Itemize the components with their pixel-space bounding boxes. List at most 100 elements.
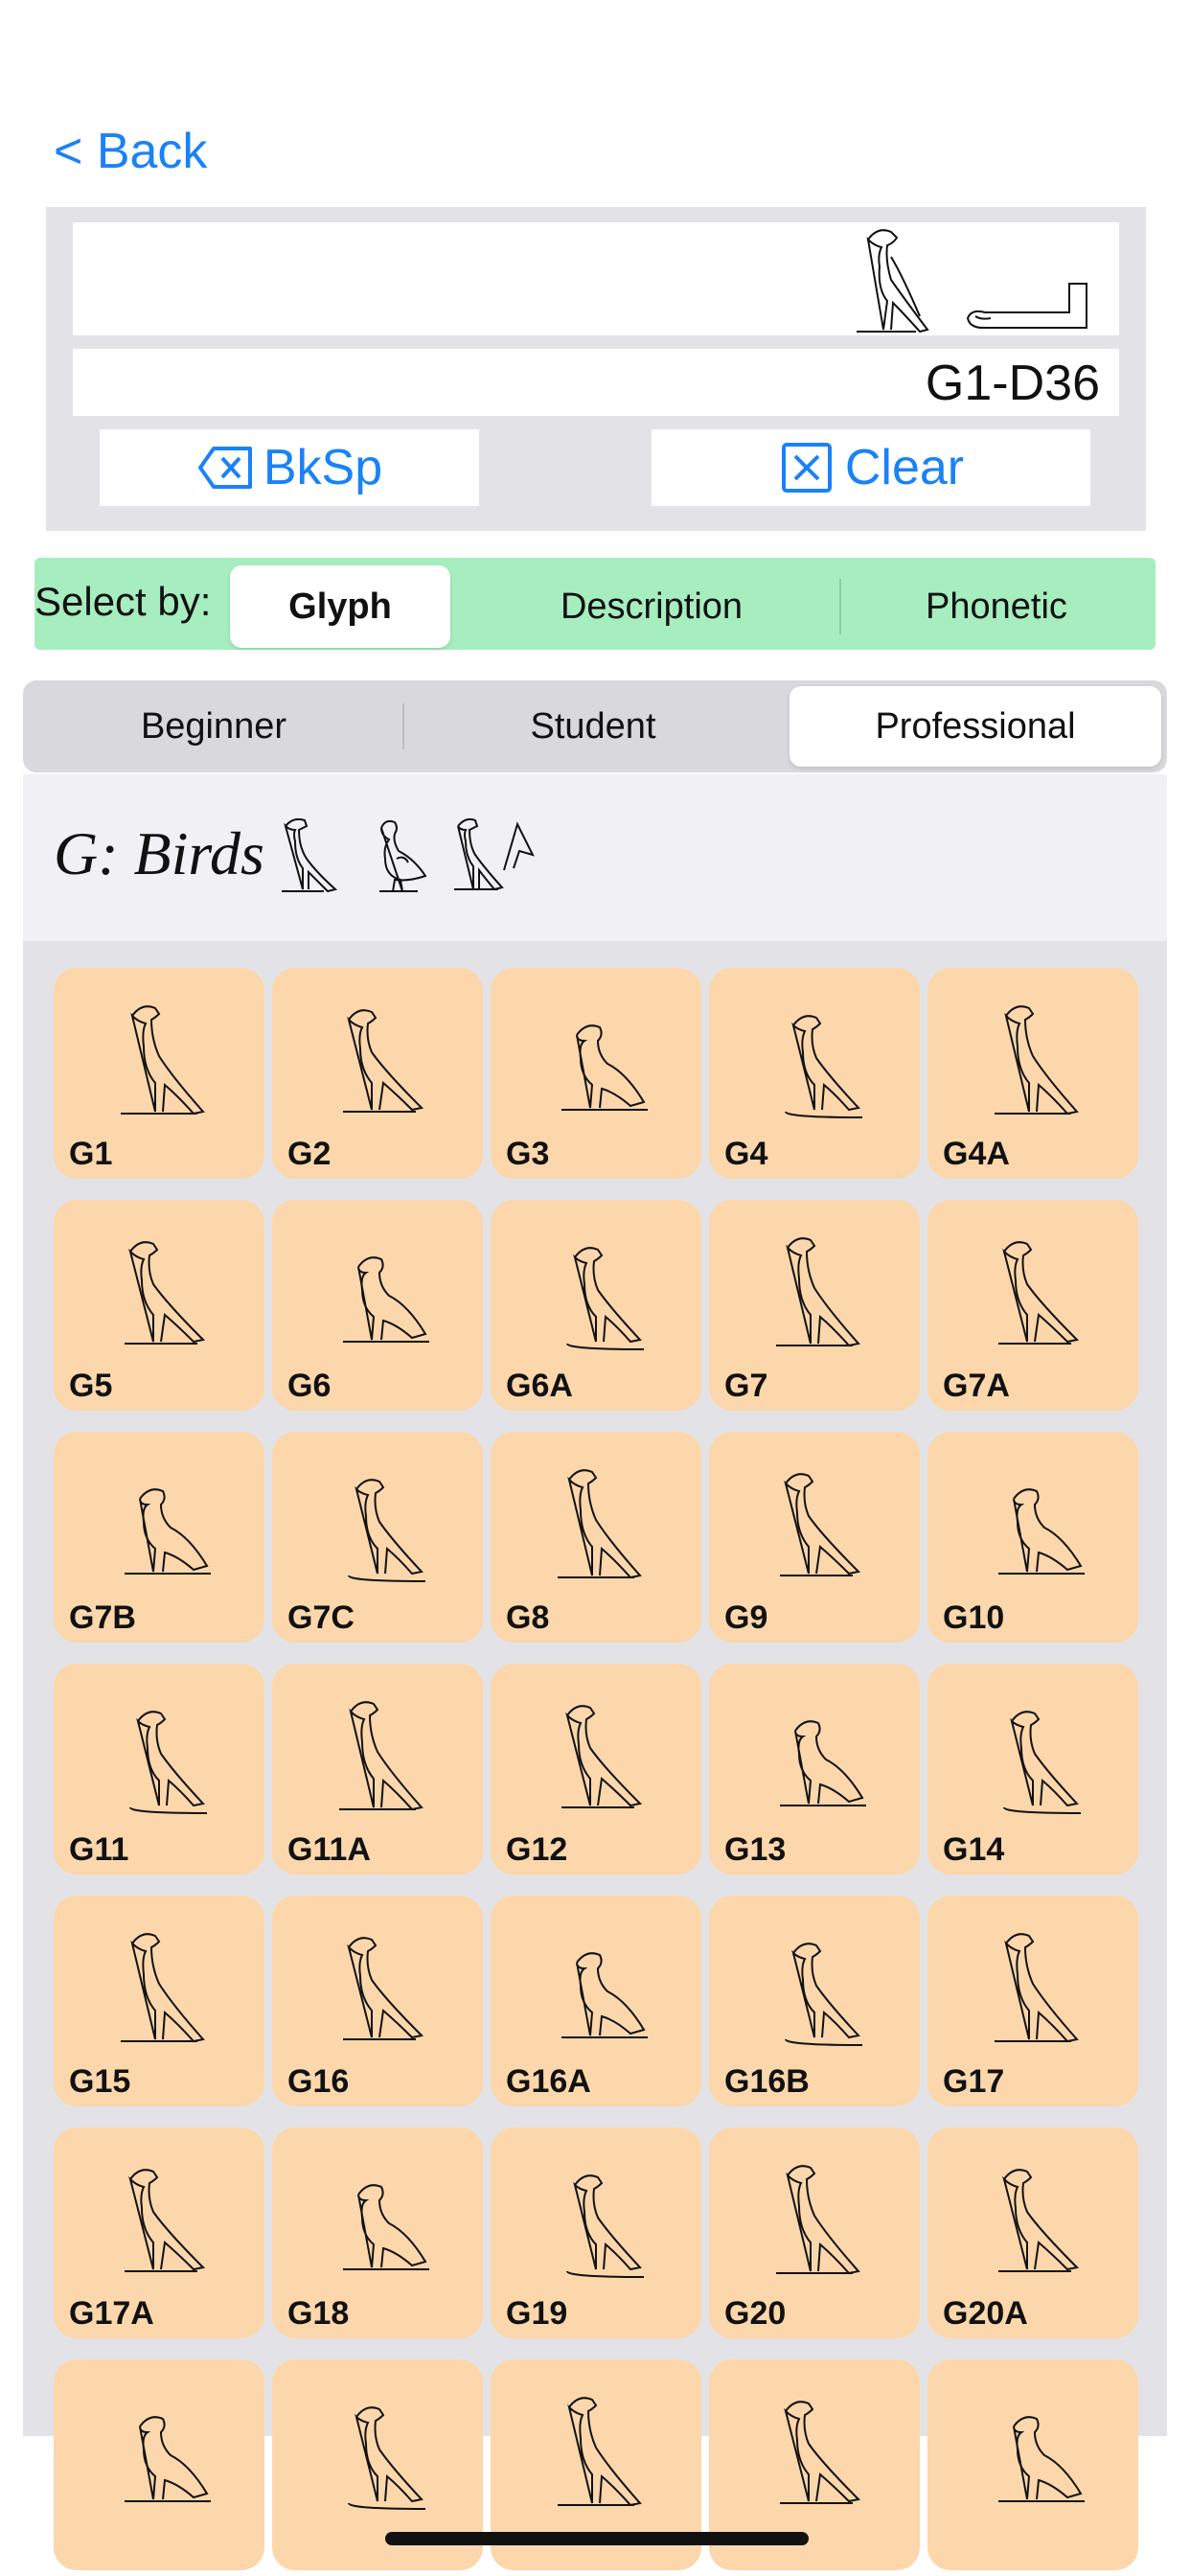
glyph-code-label: G7A <box>943 1368 1010 1404</box>
glyph-tile[interactable]: G5 <box>54 1200 264 1411</box>
bird-glyph-icon <box>343 1937 424 2040</box>
glyph-tile[interactable]: G2 <box>272 968 483 1179</box>
glyph-code-label: G12 <box>506 1831 568 1868</box>
glyph-tile[interactable]: G18 <box>272 2128 483 2338</box>
bird-glyph-icon <box>343 1256 429 1343</box>
code-display: G1-D36 <box>73 349 1119 416</box>
glyph-code-label: G11 <box>69 1831 129 1868</box>
glyph-tile[interactable]: G7 <box>709 1200 920 1411</box>
arm-glyph-icon <box>966 283 1087 329</box>
glyph-code-label: G6 <box>287 1368 332 1404</box>
glyph-tile[interactable]: G7C <box>272 1432 483 1643</box>
glyph-tile[interactable]: G8 <box>491 1432 701 1643</box>
back-button[interactable]: < Back <box>54 123 207 180</box>
glyph-code-label: G18 <box>287 2295 350 2332</box>
glyph-code-label: G11A <box>287 1831 371 1868</box>
bird-glyph-icon <box>1003 1711 1082 1814</box>
falcon-flail-icon <box>454 817 535 891</box>
bird-glyph-icon <box>785 1943 863 2046</box>
bird-glyph-icon <box>566 2174 645 2278</box>
glyph-code-label: G1 <box>69 1136 113 1172</box>
glyph-code-label: G7C <box>287 1599 355 1636</box>
bird-glyph-icon <box>125 1241 206 1345</box>
backspace-button[interactable]: BkSp <box>100 429 479 506</box>
bird-glyph-icon <box>348 1479 426 1582</box>
segment-divider <box>402 703 404 749</box>
glyph-tile[interactable]: G4 <box>709 968 920 1179</box>
select-by-label: Select by: <box>34 579 212 624</box>
backspace-label: BkSp <box>263 440 383 495</box>
glyph-code-label: G20A <box>943 2295 1028 2332</box>
glyph-code-label: G8 <box>506 1599 550 1636</box>
glyph-tile[interactable]: G16B <box>709 1896 920 2106</box>
bird-glyph-icon <box>561 1705 643 1808</box>
level-professional-tab[interactable]: Professional <box>790 686 1161 767</box>
glyph-code-label: G2 <box>287 1136 332 1172</box>
bird-glyph-icon <box>995 1005 1079 1116</box>
glyph-code-label: G14 <box>943 1831 1005 1868</box>
bird-glyph-icon <box>566 1247 645 1350</box>
glyph-code-label: G9 <box>724 1599 768 1636</box>
glyph-tile[interactable]: G4A <box>927 968 1138 1179</box>
glyph-code-label: G16 <box>287 2063 350 2100</box>
glyph-tile[interactable]: G13 <box>709 1664 920 1874</box>
glyph-tile[interactable]: G9 <box>709 1432 920 1643</box>
glyph-code-label: G13 <box>724 1831 787 1868</box>
select-by-glyph-tab[interactable]: Glyph <box>230 565 450 648</box>
glyph-code-label: G7B <box>69 1599 136 1636</box>
bird-glyph-icon <box>343 1009 424 1113</box>
glyph-code-label: G4A <box>943 1136 1010 1172</box>
select-by-description-tab[interactable]: Description <box>479 565 824 648</box>
glyph-tile[interactable]: G17A <box>54 2128 264 2338</box>
home-indicator <box>385 2532 809 2545</box>
bird-glyph-icon <box>998 1488 1085 1575</box>
bird-glyph-icon <box>785 1015 863 1118</box>
glyph-tile[interactable]: G7B <box>54 1432 264 1643</box>
glyph-code-label: G17 <box>943 2063 1005 2100</box>
glyph-tile[interactable] <box>927 2359 1138 2570</box>
glyph-tile[interactable]: G14 <box>927 1664 1138 1874</box>
glyph-tile[interactable] <box>54 2359 264 2570</box>
clear-icon <box>781 443 832 493</box>
glyph-tile[interactable]: G12 <box>491 1664 701 1874</box>
glyph-code-label: G10 <box>943 1599 1005 1636</box>
glyph-code-label: G16A <box>506 2063 591 2100</box>
glyph-tile[interactable]: G16 <box>272 1896 483 2106</box>
glyph-code-label: G7 <box>724 1368 768 1404</box>
bird-glyph-icon <box>125 2169 206 2272</box>
glyph-tile[interactable]: G20 <box>709 2128 920 2338</box>
glyph-code-label: G15 <box>69 2063 131 2100</box>
glyph-tile[interactable]: G19 <box>491 2128 701 2338</box>
glyph-tile[interactable]: G3 <box>491 968 701 1179</box>
glyph-tile[interactable]: G15 <box>54 1896 264 2106</box>
clear-button[interactable]: Clear <box>652 429 1090 506</box>
glyph-code-label: G3 <box>506 1136 550 1172</box>
glyph-tile[interactable]: G6 <box>272 1200 483 1411</box>
bird-glyph-icon <box>998 2416 1085 2502</box>
glyph-code-label: G4 <box>724 1136 768 1172</box>
glyph-tile[interactable]: G11A <box>272 1664 483 1874</box>
glyph-tile[interactable]: G16A <box>491 1896 701 2106</box>
level-student-tab[interactable]: Student <box>406 686 780 767</box>
bird-glyph-icon <box>125 1488 211 1575</box>
glyph-code-label: G17A <box>69 2295 154 2332</box>
glyph-tile[interactable]: G11 <box>54 1664 264 1874</box>
glyph-tile[interactable]: G1 <box>54 968 264 1179</box>
glyph-code-label: G20 <box>724 2295 787 2332</box>
segment-divider <box>839 579 841 634</box>
bird-glyph-icon <box>780 1473 861 1576</box>
bird-glyph-icon <box>339 1701 423 1811</box>
glyph-tile[interactable]: G6A <box>491 1200 701 1411</box>
vulture-glyph-icon <box>857 229 929 334</box>
glyph-tile[interactable]: G20A <box>927 2128 1138 2338</box>
level-beginner-tab[interactable]: Beginner <box>27 686 400 767</box>
bird-glyph-icon <box>780 2401 861 2504</box>
bird-glyph-icon <box>998 1241 1080 1345</box>
glyph-code-text: G1-D36 <box>925 356 1100 411</box>
glyph-tile[interactable]: G10 <box>927 1432 1138 1643</box>
glyph-tile[interactable]: G17 <box>927 1896 1138 2106</box>
clear-label: Clear <box>844 440 965 495</box>
glyph-tile[interactable]: G7A <box>927 1200 1138 1411</box>
select-by-phonetic-tab[interactable]: Phonetic <box>843 565 1150 648</box>
bird-glyph-icon <box>998 2169 1080 2272</box>
